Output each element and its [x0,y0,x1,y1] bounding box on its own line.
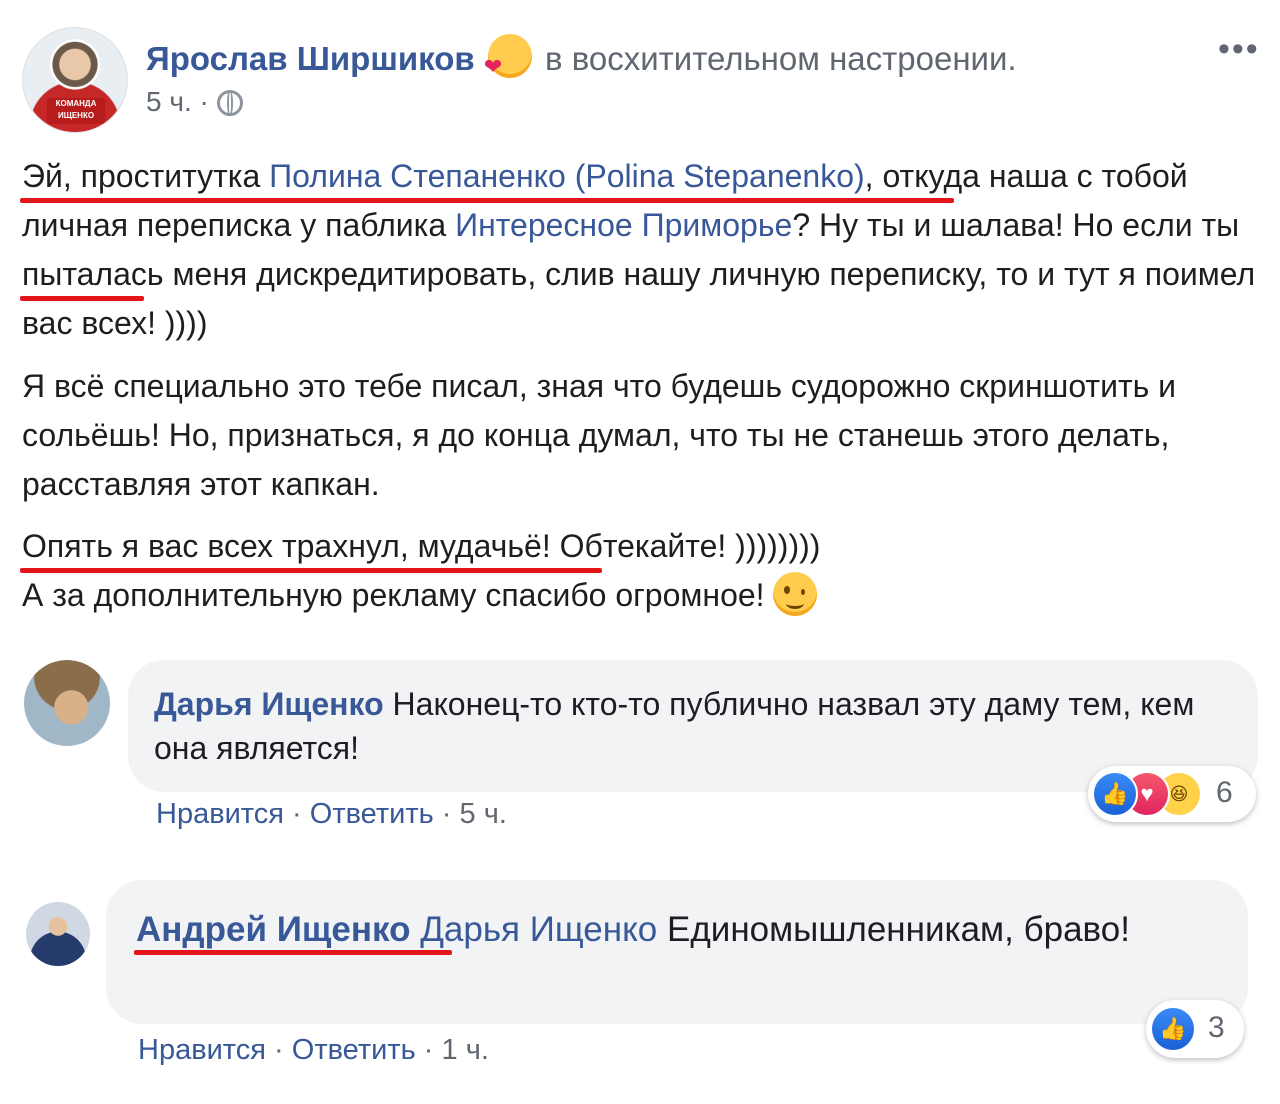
comment-text: Андрей Ищенко Дарья Ищенко Единомышленни… [136,906,1216,954]
comment-author-name[interactable]: Дарья Ищенко [154,686,384,722]
post-text-segment: А за дополнительную рекламу спасибо огро… [22,577,765,613]
post-line: Опять я вас всех трахнул, мудачьё! Обтек… [22,528,821,564]
comment-mention[interactable]: Дарья Ищенко [420,910,657,949]
reply-button[interactable]: Ответить [310,798,434,830]
reaction-count: 3 [1208,1011,1225,1044]
post-paragraph-2: Я всё специально это тебе писал, зная чт… [22,368,1177,502]
like-button[interactable]: Нравится [138,1034,266,1066]
post-author-avatar[interactable]: КОМАНДА ИЩЕНКО [22,27,128,133]
post-header: Ярослав Ширшиков в восхитительном настро… [146,34,1017,80]
post-feeling: в восхитительном настроении. [545,40,1017,77]
page-link-interesnoe-primorye[interactable]: Интересное Приморье [455,207,792,243]
annotation-underline [134,950,452,955]
comment-author-avatar[interactable] [24,660,110,746]
comment-timestamp[interactable]: 1 ч. [442,1034,489,1066]
post-meta: 5 ч. · [146,86,243,118]
comment-author-avatar[interactable] [26,902,90,966]
reply-button[interactable]: Ответить [292,1034,416,1066]
mention-polina-stepanenko[interactable]: Полина Степаненко (Polina Stepanenko) [269,158,864,194]
globe-icon[interactable] [216,90,243,116]
action-separator: · [292,798,302,830]
action-separator: · [274,1034,284,1066]
winking-face-icon [772,572,817,616]
annotation-underline [20,198,954,203]
comment-body: Единомышленникам, браво! [667,910,1130,949]
annotation-underline [20,568,602,573]
comment-actions: Нравится · Ответить · 1 ч. [138,1034,489,1067]
comment-author-name[interactable]: Андрей Ищенко [136,910,410,949]
more-options-icon[interactable]: ••• [1218,30,1260,69]
post-author-name[interactable]: Ярослав Ширшиков [146,40,475,77]
reactions-summary[interactable]: 👍 ♥ 😆 6 [1088,766,1256,822]
comment-text: Дарья Ищенко Наконец-то кто-то публично … [154,682,1214,770]
smiling-face-with-hearts-icon [484,34,532,80]
like-button[interactable]: Нравится [156,798,284,830]
post-paragraph-1: Эй, проститутка Полина Степаненко (Polin… [22,152,1262,348]
like-reaction-icon: 👍 [1150,1006,1196,1052]
comment-actions: Нравится · Ответить · 5 ч. [156,798,507,831]
like-reaction-icon: 👍 [1092,771,1138,817]
reaction-count: 6 [1216,776,1233,809]
comment-timestamp[interactable]: 5 ч. [460,798,507,830]
reactions-summary[interactable]: 👍 3 [1146,1000,1244,1058]
annotation-underline [20,296,144,301]
action-separator: · [423,1034,434,1066]
meta-separator: · [199,86,209,117]
post-line-with-emoji: А за дополнительную рекламу спасибо огро… [22,571,1262,620]
post-text-segment: Эй, проститутка [22,158,270,194]
action-separator: · [441,798,452,830]
post-timestamp[interactable]: 5 ч. [146,86,192,117]
avatar-badge: КОМАНДА ИЩЕНКО [47,98,105,124]
